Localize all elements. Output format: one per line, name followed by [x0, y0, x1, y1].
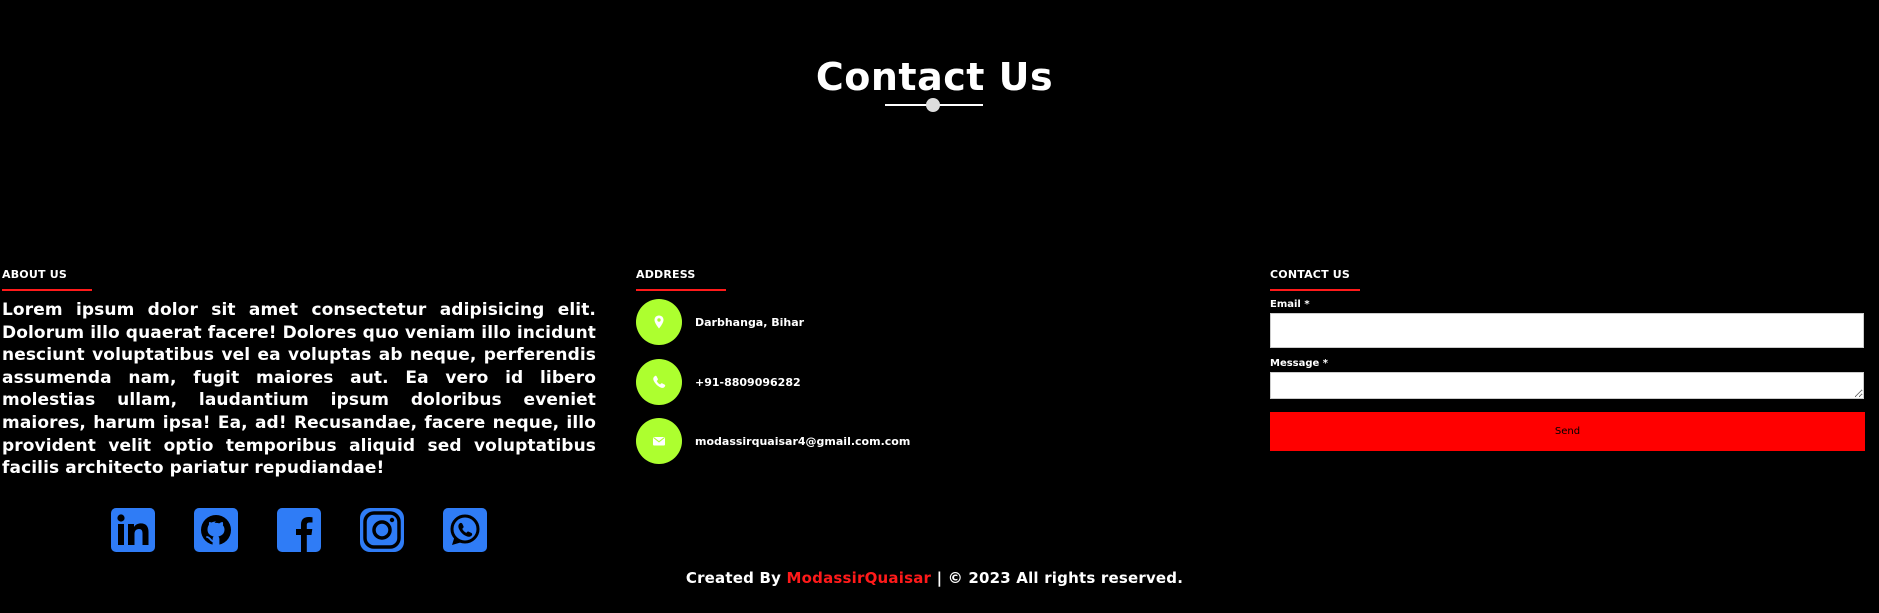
- address-phone-text: +91-8809096282: [695, 375, 801, 389]
- page-title: Contact Us: [815, 55, 1054, 99]
- footer-prefix: Created By: [685, 569, 782, 587]
- whatsapp-icon[interactable]: [443, 508, 487, 552]
- message-label: Message *: [1270, 358, 1329, 369]
- instagram-icon[interactable]: [360, 508, 404, 552]
- about-text: Lorem ipsum dolor sit amet consectetur a…: [2, 300, 597, 479]
- address-phone-row: +91-8809096282: [636, 359, 801, 405]
- address-location-text: Darbhanga, Bihar: [695, 315, 805, 329]
- contact-page: Contact Us ABOUT US Lorem ipsum dolor si…: [0, 0, 1879, 613]
- footer-author-link[interactable]: ModassirQuaisar: [787, 569, 932, 587]
- address-email-row: modassirquaisar4@gmail.com.com: [636, 418, 910, 464]
- facebook-icon[interactable]: [277, 508, 321, 552]
- address-heading-rule: [636, 289, 726, 291]
- address-location-row: Darbhanga, Bihar: [636, 299, 804, 345]
- envelope-icon: [636, 418, 682, 464]
- title-underline-dot: [926, 98, 940, 112]
- about-heading-rule: [2, 289, 92, 291]
- address-email-text: modassirquaisar4@gmail.com.com: [695, 434, 911, 448]
- footer: Created By ModassirQuaisar | © 2023 All …: [0, 569, 1869, 587]
- footer-copyright: | © 2023 All rights reserved.: [936, 569, 1184, 587]
- github-icon[interactable]: [194, 508, 238, 552]
- contact-heading: CONTACT US: [1270, 268, 1351, 281]
- phone-icon: [636, 359, 682, 405]
- message-field[interactable]: [1270, 372, 1864, 399]
- email-field[interactable]: [1270, 313, 1864, 348]
- send-button[interactable]: Send: [1270, 412, 1865, 451]
- address-heading: ADDRESS: [636, 268, 696, 281]
- email-label: Email *: [1270, 299, 1310, 310]
- contact-heading-rule: [1270, 289, 1360, 291]
- location-pin-icon: [636, 299, 682, 345]
- linkedin-icon[interactable]: [111, 508, 155, 552]
- about-heading: ABOUT US: [2, 268, 67, 281]
